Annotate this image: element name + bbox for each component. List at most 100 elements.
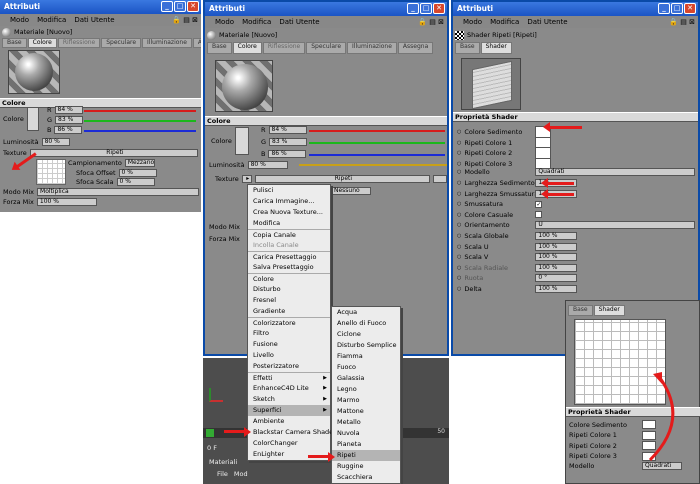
texture-arrow-button[interactable]: ▸ [241,175,252,183]
b-slider[interactable] [309,154,445,156]
submenu-item-ciclone[interactable]: Ciclone [332,329,400,340]
b-slider[interactable] [84,130,196,132]
menu-modifica[interactable]: Modifica [490,18,519,26]
tab-illuminazione[interactable]: Illuminazione [347,42,397,54]
menu-item-enhancec4d-lite[interactable]: EnhanceC4D Lite ▶ [248,383,330,394]
animation-dot-icon[interactable]: ○ [457,233,461,239]
g-slider[interactable] [309,142,445,144]
menu-dati-utente[interactable]: Dati Utente [74,16,114,24]
tab-shader[interactable]: Shader [480,42,512,54]
submenu-item-scacchiera[interactable]: Scacchiera [332,472,400,483]
dropdown-select[interactable]: U [535,221,696,230]
animation-dot-icon[interactable]: ○ [457,169,461,175]
value-field[interactable]: 0 ° [535,274,578,283]
submenu-item-ruggine[interactable]: Ruggine [332,461,400,472]
menu-item-carica-presettaggio[interactable]: Carica Presettaggio [248,251,330,262]
tab-speculare[interactable]: Speculare [101,38,142,48]
submenu-item-fiamma[interactable]: Fiamma [332,351,400,362]
modo-mix-select[interactable]: Moltiplica [37,188,199,196]
dropdown-select[interactable]: Quadrati [535,168,696,177]
menu-item-pulisci[interactable]: Pulisci [248,185,330,196]
campionamento-select[interactable]: Nessuno [331,187,371,195]
tab-colore[interactable]: Colore [232,42,262,54]
menu-item-filtro[interactable]: Filtro [248,328,330,339]
inset-tab-shader[interactable]: Shader [593,305,625,316]
menu-item-modifica[interactable]: Modifica [248,218,330,229]
texture-button[interactable]: Ripeti [254,175,430,183]
menu-modo[interactable]: Modo [215,18,234,26]
lock-icon[interactable]: 🔒 ▤ ⊠ [669,18,695,26]
submenu-item-pianeta[interactable]: Pianeta [332,439,400,450]
submenu-item-metallo[interactable]: Metallo [332,417,400,428]
r-slider[interactable] [84,110,196,112]
menu-item-effetti[interactable]: Effetti ▶ [248,372,330,383]
menu-dati-utente[interactable]: Dati Utente [279,18,319,26]
tab-colore[interactable]: Colore [27,38,57,48]
menu-item-blackstar-camera-shader[interactable]: Blackstar Camera Shader [248,427,336,438]
menu-item-colorizzatore[interactable]: Colorizzatore [248,317,330,328]
animation-dot-icon[interactable]: ○ [457,212,461,218]
menu-item-salva-presettaggio[interactable]: Salva Presettaggio [248,262,330,273]
submenu-item-anello-di-fuoco[interactable]: Anello di Fuoco [332,318,400,329]
luminosita-slider[interactable] [298,164,447,166]
menu-item-ambiente[interactable]: Ambiente [248,416,330,427]
menu-modo[interactable]: Modo [463,18,482,26]
submenu-item-acqua[interactable]: Acqua [332,307,400,318]
menu-file[interactable]: File [217,470,228,478]
sfoca-scala-field[interactable]: 0 % [116,178,155,186]
g-slider[interactable] [84,120,196,122]
maximize-button[interactable]: □ [671,3,683,14]
campionamento-select[interactable]: Mezzano [124,159,155,167]
menu-item-fusione[interactable]: Fusione [248,339,330,350]
b-field[interactable]: 86 % [54,126,83,134]
luminosita-field[interactable]: 80 % [41,138,70,146]
animation-dot-icon[interactable]: ○ [457,286,461,292]
tab-base[interactable]: Base [207,42,232,54]
checkbox[interactable] [535,211,543,219]
animation-dot-icon[interactable]: ○ [457,275,461,281]
minimize-button[interactable]: _ [407,3,419,14]
close-button[interactable]: ✕ [684,3,696,14]
submenu-item-nuvola[interactable]: Nuvola [332,428,400,439]
submenu-item-fuoco[interactable]: Fuoco [332,362,400,373]
maximize-button[interactable]: □ [420,3,432,14]
close-button[interactable]: ✕ [187,1,199,12]
g-field[interactable]: 83 % [55,116,84,124]
menu-modifica[interactable]: Modifica [242,18,271,26]
luminosita-field[interactable]: 80 % [247,161,288,169]
lock-icon[interactable]: 🔒 ▤ ⊠ [172,16,198,24]
tab-base[interactable]: Base [455,42,480,54]
submenu-item-marmo[interactable]: Marmo [332,395,400,406]
animation-dot-icon[interactable]: ○ [457,254,461,260]
menu-item-disturbo[interactable]: Disturbo [248,284,330,295]
tab-illuminazione[interactable]: Illuminazione [142,38,192,48]
tab-speculare[interactable]: Speculare [306,42,347,54]
menu-item-colorchanger[interactable]: ColorChanger [248,438,330,449]
value-field[interactable]: 100 % [535,285,578,293]
animation-dot-icon[interactable]: ○ [457,129,461,135]
animation-dot-icon[interactable]: ○ [457,161,461,167]
maximize-button[interactable]: □ [174,1,186,12]
menu-modo[interactable]: Modo [10,16,29,24]
value-field[interactable]: 100 % [535,263,578,272]
submenu-item-disturbo-semplice[interactable]: Disturbo Semplice [332,340,400,351]
r-field[interactable]: 84 % [268,126,307,134]
menu-modifica[interactable]: Modifica [37,16,66,24]
animation-dot-icon[interactable]: ○ [457,140,461,146]
menu-item-incolla-canale[interactable]: Incolla Canale [248,240,330,251]
color-swatch[interactable] [26,107,39,131]
menu-item-copia-canale[interactable]: Copia Canale [248,229,330,240]
menu-mod[interactable]: Mod [234,470,248,478]
animation-dot-icon[interactable]: ○ [457,244,461,250]
submenu-item-ripeti[interactable]: Ripeti [332,450,400,461]
animation-dot-icon[interactable]: ○ [457,222,461,228]
menu-item-superfici[interactable]: Superfici ▶ [248,405,330,416]
animation-dot-icon[interactable]: ○ [457,265,461,271]
submenu-item-mattone[interactable]: Mattone [332,406,400,417]
tab-riflessione[interactable]: Riflessione [57,38,101,48]
animation-dot-icon[interactable]: ○ [457,191,461,197]
g-field[interactable]: 83 % [269,138,308,146]
lock-icon[interactable]: 🔒 ▤ ⊠ [418,18,444,26]
frame-field[interactable]: 0 F [207,444,217,452]
submenu-item-galassia[interactable]: Galassia [332,373,400,384]
